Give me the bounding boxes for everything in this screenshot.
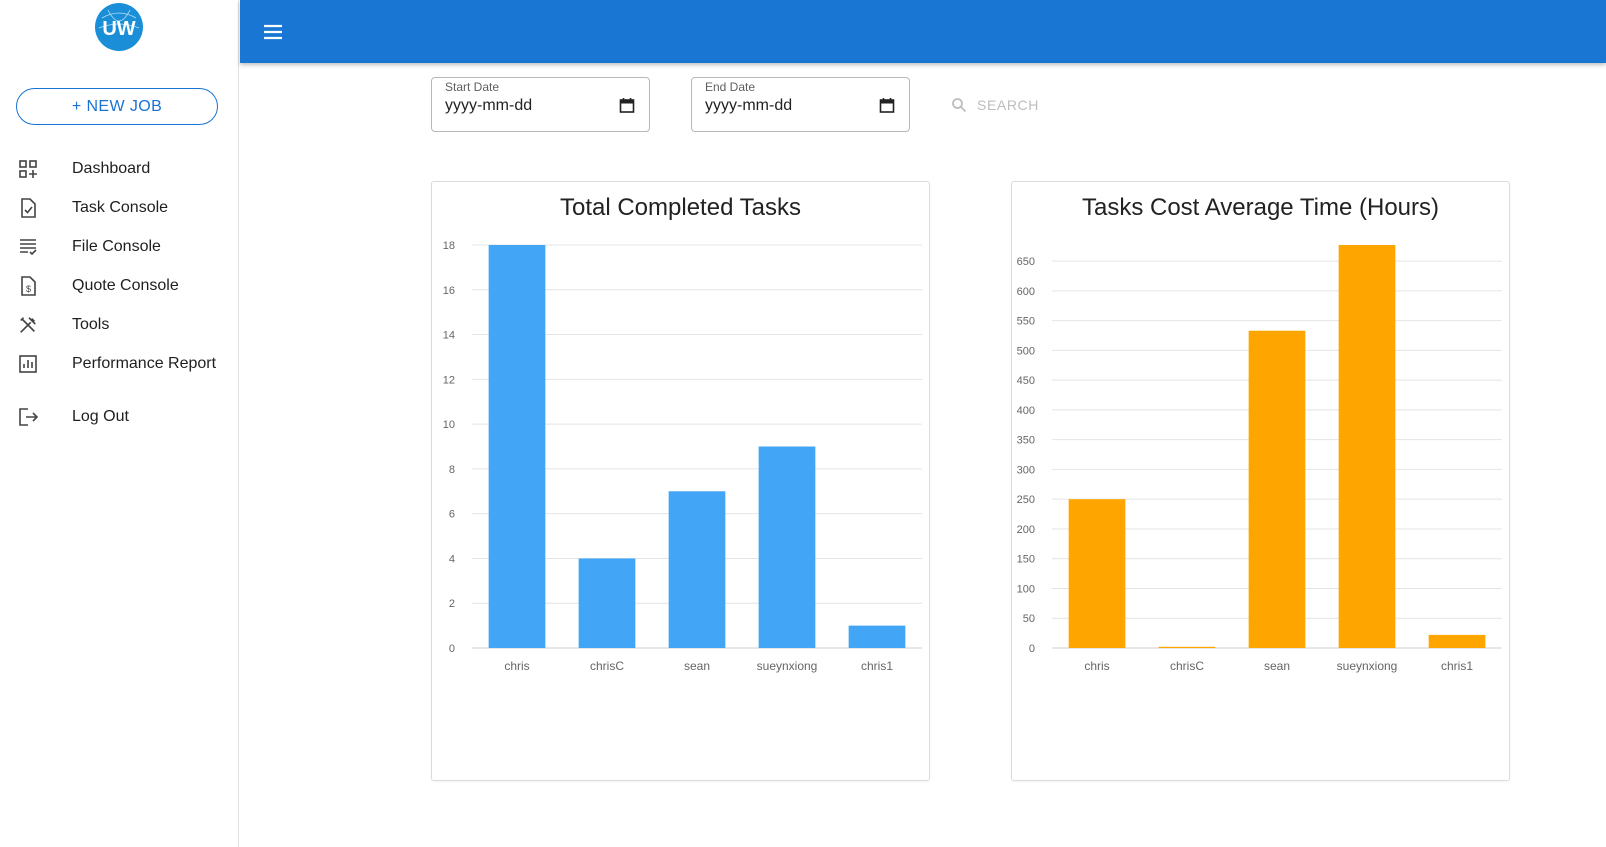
bar-chris1[interactable] bbox=[1428, 634, 1486, 648]
task-check-icon bbox=[18, 198, 38, 218]
hamburger-menu-icon[interactable] bbox=[262, 21, 284, 43]
bar-chrisC[interactable] bbox=[578, 558, 636, 648]
y-tick-label: 6 bbox=[449, 509, 455, 521]
dashboard-icon bbox=[18, 159, 38, 179]
sidebar-item-log-out[interactable]: Log Out bbox=[0, 399, 238, 435]
svg-text:UW: UW bbox=[102, 18, 135, 40]
tasks-cost-average-time-chart: 0 50 100 150 200 250 300 350 400 450 500 550 600 650 c… bbox=[1017, 245, 1502, 673]
x-category-label: chris bbox=[504, 659, 529, 673]
calendar-icon[interactable] bbox=[619, 97, 635, 113]
bar-chris1[interactable] bbox=[848, 625, 906, 648]
dollar-document-icon: $ bbox=[18, 276, 38, 296]
y-tick-label: 200 bbox=[1017, 524, 1035, 536]
y-tick-label: 0 bbox=[1029, 643, 1035, 655]
y-tick-label: 4 bbox=[449, 553, 455, 565]
sidebar-item-tools[interactable]: Tools bbox=[0, 307, 238, 343]
y-tick-label: 450 bbox=[1017, 375, 1035, 387]
start-date-label: Start Date bbox=[441, 80, 504, 94]
bar-chris[interactable] bbox=[488, 245, 546, 648]
y-tick-label: 18 bbox=[443, 240, 455, 252]
sidebar-item-task-console[interactable]: Task Console bbox=[0, 190, 238, 226]
app-bar bbox=[240, 0, 1606, 63]
search-label: SEARCH bbox=[977, 97, 1039, 113]
bar-sueynxiong[interactable] bbox=[758, 446, 816, 649]
logout-icon bbox=[18, 407, 38, 427]
y-tick-label: 100 bbox=[1017, 583, 1035, 595]
x-category-label: chris1 bbox=[1441, 659, 1473, 673]
x-category-label: chrisC bbox=[1170, 659, 1204, 673]
y-tick-label: 250 bbox=[1017, 494, 1035, 506]
start-date-field[interactable]: Start Date yyyy-mm-dd bbox=[431, 77, 650, 132]
y-tick-label: 8 bbox=[449, 464, 455, 476]
x-category-label: chris bbox=[1084, 659, 1109, 673]
calendar-icon[interactable] bbox=[879, 97, 895, 113]
y-tick-label: 14 bbox=[443, 330, 455, 342]
y-tick-label: 350 bbox=[1017, 435, 1035, 447]
bar-sueynxiong[interactable] bbox=[1338, 245, 1396, 648]
sidebar-item-label: Performance Report bbox=[72, 355, 217, 372]
total-completed-tasks-chart: 0 2 4 6 8 10 12 14 16 18 chris chrisC sean sueynxiong… bbox=[443, 240, 922, 673]
sidebar-item-label: Task Console bbox=[72, 199, 169, 216]
bar-chrisC[interactable] bbox=[1158, 646, 1216, 648]
y-tick-label: 650 bbox=[1017, 256, 1035, 268]
start-date-value[interactable]: yyyy-mm-dd bbox=[445, 97, 532, 115]
sidebar-item-label: Log Out bbox=[72, 408, 129, 425]
tasks-cost-average-time-card: Tasks Cost Average Time (Hours) 0 50 100 15… bbox=[1011, 181, 1510, 781]
x-category-label: sean bbox=[1264, 659, 1290, 673]
sidebar-item-file-console[interactable]: File Console bbox=[0, 229, 238, 265]
sidebar: UW + NEW JOB Dashboard Task Console File… bbox=[0, 0, 239, 847]
total-completed-tasks-card: Total Completed Tasks 0 2 4 6 8 10 12 14 16 18 chr… bbox=[431, 181, 930, 781]
bar-chart-icon bbox=[18, 354, 38, 374]
sidebar-item-label: File Console bbox=[72, 238, 161, 255]
y-tick-label: 500 bbox=[1017, 345, 1035, 357]
end-date-label: End Date bbox=[701, 80, 760, 94]
sidebar-item-dashboard[interactable]: Dashboard bbox=[0, 151, 238, 187]
sidebar-item-quote-console[interactable]: $ Quote Console bbox=[0, 268, 238, 304]
bar-sean[interactable] bbox=[1248, 330, 1306, 648]
sidebar-item-label: Dashboard bbox=[72, 160, 151, 177]
sidebar-item-label: Quote Console bbox=[72, 277, 179, 294]
y-tick-label: 400 bbox=[1017, 405, 1035, 417]
y-tick-label: 2 bbox=[449, 598, 455, 610]
x-category-label: chris1 bbox=[861, 659, 893, 673]
sidebar-item-performance-report[interactable]: Performance Report bbox=[0, 346, 238, 382]
svg-text:$: $ bbox=[26, 284, 31, 294]
y-tick-label: 16 bbox=[443, 285, 455, 297]
y-tick-label: 50 bbox=[1023, 613, 1035, 625]
y-tick-label: 12 bbox=[443, 374, 455, 386]
sidebar-item-label: Tools bbox=[72, 316, 110, 333]
new-job-button[interactable]: + NEW JOB bbox=[16, 88, 218, 125]
y-tick-label: 10 bbox=[443, 419, 455, 431]
x-category-label: chrisC bbox=[590, 659, 624, 673]
end-date-value[interactable]: yyyy-mm-dd bbox=[705, 97, 792, 115]
y-tick-label: 150 bbox=[1017, 554, 1035, 566]
y-tick-label: 550 bbox=[1017, 316, 1035, 328]
search-icon bbox=[952, 98, 967, 113]
bar-sean[interactable] bbox=[668, 491, 726, 648]
tools-icon bbox=[18, 315, 38, 335]
x-category-label: sueynxiong bbox=[757, 659, 818, 673]
list-check-icon bbox=[18, 237, 38, 257]
bar-chris[interactable] bbox=[1068, 499, 1126, 648]
x-category-label: sueynxiong bbox=[1337, 659, 1398, 673]
y-tick-label: 600 bbox=[1017, 286, 1035, 298]
y-tick-label: 300 bbox=[1017, 464, 1035, 476]
x-category-label: sean bbox=[684, 659, 710, 673]
company-logo[interactable]: UW bbox=[94, 2, 144, 52]
end-date-field[interactable]: End Date yyyy-mm-dd bbox=[691, 77, 910, 132]
search-button[interactable]: SEARCH bbox=[951, 94, 1039, 116]
y-tick-label: 0 bbox=[449, 643, 455, 655]
